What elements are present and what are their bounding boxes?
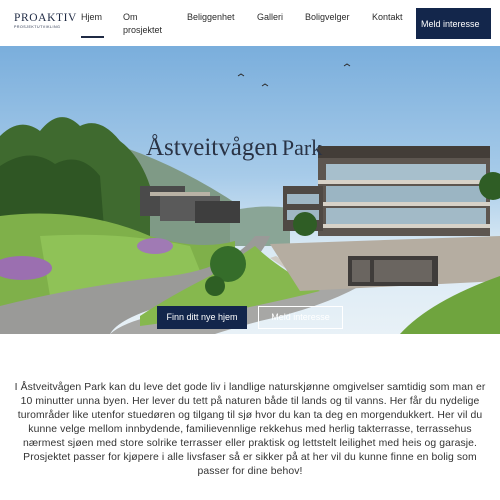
finn-ditt-nye-hjem-button[interactable]: Finn ditt nye hjem xyxy=(157,306,247,329)
nav-item-om-prosjektet[interactable]: Om prosjektet xyxy=(123,11,173,37)
nav-item-kontakt[interactable]: Kontakt xyxy=(372,11,403,24)
active-nav-indicator xyxy=(81,36,104,38)
hero-title-part2: Park xyxy=(281,135,323,160)
logo-tagline: PROSJEKTUTVIKLING xyxy=(14,25,61,29)
proaktiv-logo[interactable]: PROAKTIV PROSJEKTUTVIKLING xyxy=(14,12,77,34)
nav-item-boligvelger[interactable]: Boligvelger xyxy=(305,11,350,24)
nav-item-hjem[interactable]: Hjem xyxy=(81,11,102,24)
nav-item-beliggenhet[interactable]: Beliggenhet xyxy=(187,11,235,24)
meld-interesse-button[interactable]: Meld interesse xyxy=(416,8,491,39)
site-header: PROAKTIV PROSJEKTUTVIKLING Hjem Om prosj… xyxy=(0,0,500,46)
nav-item-galleri[interactable]: Galleri xyxy=(257,11,283,24)
hero-section: Åstveitvågen Park xyxy=(0,46,500,334)
project-description: I Åstveitvågen Park kan du leve det gode… xyxy=(14,382,486,477)
hero-landscape-image xyxy=(0,63,500,334)
hero-meld-interesse-button[interactable]: Meld interesse xyxy=(258,306,343,329)
logo-wordmark: PROAKTIV xyxy=(14,12,77,24)
hero-title-part1: Åstveitvågen xyxy=(146,134,278,161)
hero-title: Åstveitvågen Park xyxy=(146,134,322,162)
